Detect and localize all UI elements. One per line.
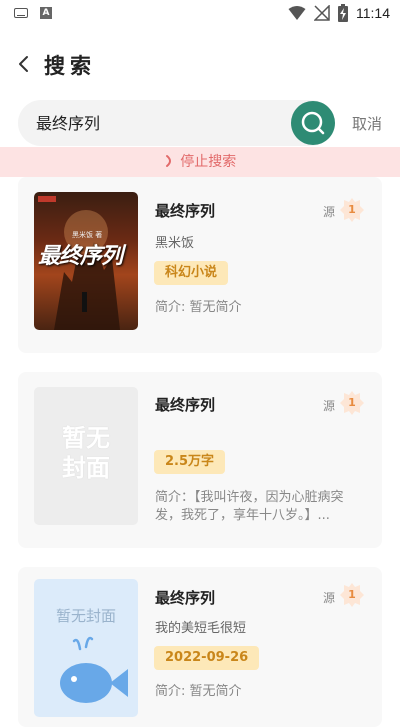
book-intro: 简介：【我叫许夜，因为心脏病突发，我死了，享年十八岁。】...	[155, 490, 344, 523]
book-cover: 暂无封面	[34, 579, 138, 717]
source-label: 源	[323, 591, 336, 605]
fish-icon	[60, 636, 128, 703]
page-title: 搜索	[44, 54, 96, 78]
source-label: 源	[323, 399, 336, 413]
header: 搜索	[0, 44, 400, 84]
search-box	[18, 100, 334, 146]
status-bar: A 11:14	[0, 0, 400, 28]
book-intro: 简介: 暂无简介	[155, 684, 242, 699]
source-label: 源	[323, 205, 336, 219]
book-title: 最终序列	[155, 396, 216, 414]
result-card[interactable]: 暂无封面 最终序列 源 1 我的美短毛很短 2022-09-26 简介: 暂无简…	[18, 567, 382, 727]
stop-search-button[interactable]: 停止搜索	[0, 147, 400, 177]
book-tag: 2.5万字	[154, 450, 226, 474]
search-row: 取消	[18, 100, 390, 146]
no-signal-icon	[314, 5, 330, 21]
cover-title: 最终序列	[38, 244, 123, 269]
result-card[interactable]: 暂无 封面 最终序列 源 1 2.5万字 简介：【我叫许夜，因为心脏病突发，我死…	[18, 372, 382, 548]
search-icon	[301, 111, 325, 135]
book-title: 最终序列	[155, 589, 216, 607]
wifi-icon	[288, 6, 306, 20]
source-count-badge: 1	[340, 583, 364, 607]
keyboard-icon	[14, 8, 28, 18]
book-tag: 科幻小说	[154, 261, 229, 285]
source-count-badge: 1	[340, 391, 364, 415]
battery-charging-icon	[338, 4, 348, 22]
result-card[interactable]: 黑米饭 著 最终序列 最终序列 源 1 黑米饭 科幻小说 简介: 暂无简介	[18, 177, 382, 353]
loading-spinner-icon	[165, 155, 171, 167]
book-cover: 黑米饭 著 最终序列	[34, 192, 138, 330]
book-title: 最终序列	[155, 202, 216, 220]
book-author: 我的美短毛很短	[155, 621, 247, 636]
book-author: 黑米饭	[155, 236, 195, 251]
cancel-button[interactable]: 取消	[352, 113, 382, 134]
book-cover: 暂无 封面	[34, 387, 138, 525]
search-button[interactable]	[291, 101, 335, 145]
back-arrow-icon[interactable]	[14, 52, 36, 76]
book-intro: 简介: 暂无简介	[155, 300, 242, 315]
search-input[interactable]	[36, 112, 286, 131]
no-cover-text: 暂无 封面	[62, 424, 110, 482]
book-tag: 2022-09-26	[154, 646, 260, 670]
a-notification-icon: A	[40, 7, 52, 19]
status-time: 11:14	[356, 5, 390, 21]
source-count-badge: 1	[340, 198, 364, 222]
stop-search-label: 停止搜索	[180, 154, 237, 170]
